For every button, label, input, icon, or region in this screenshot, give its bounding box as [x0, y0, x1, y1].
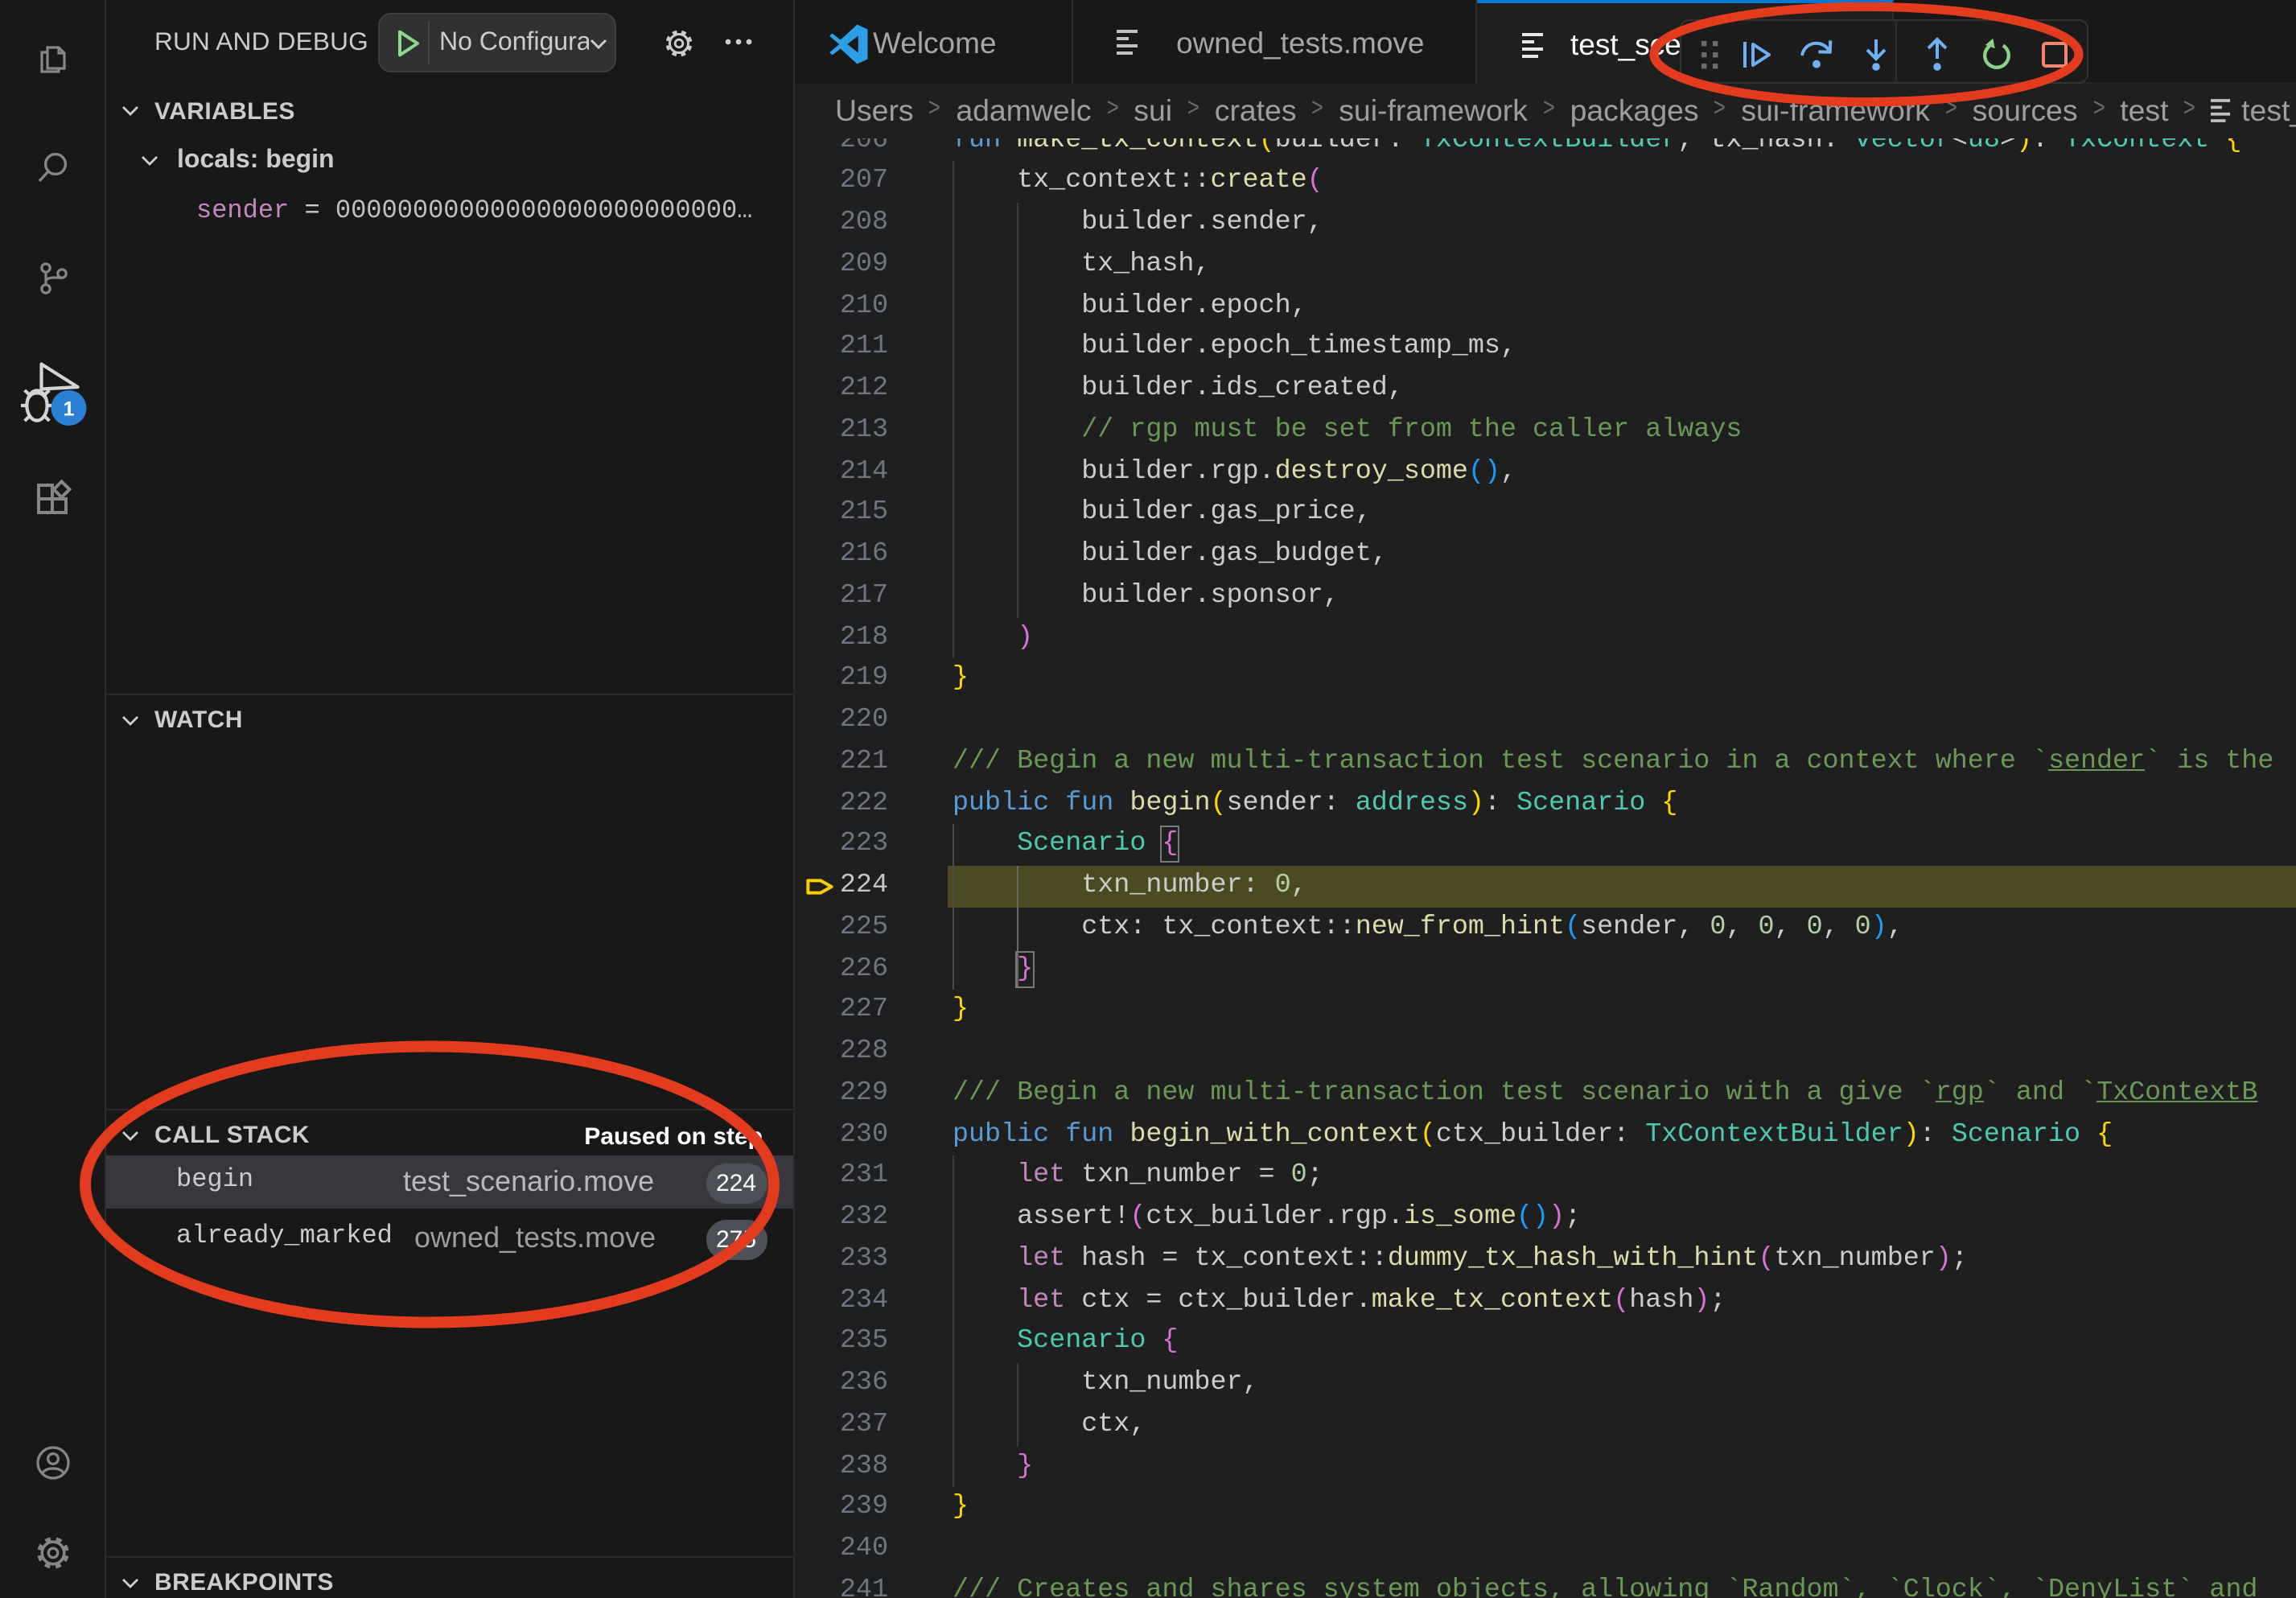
svg-text:1: 1 — [64, 398, 75, 421]
